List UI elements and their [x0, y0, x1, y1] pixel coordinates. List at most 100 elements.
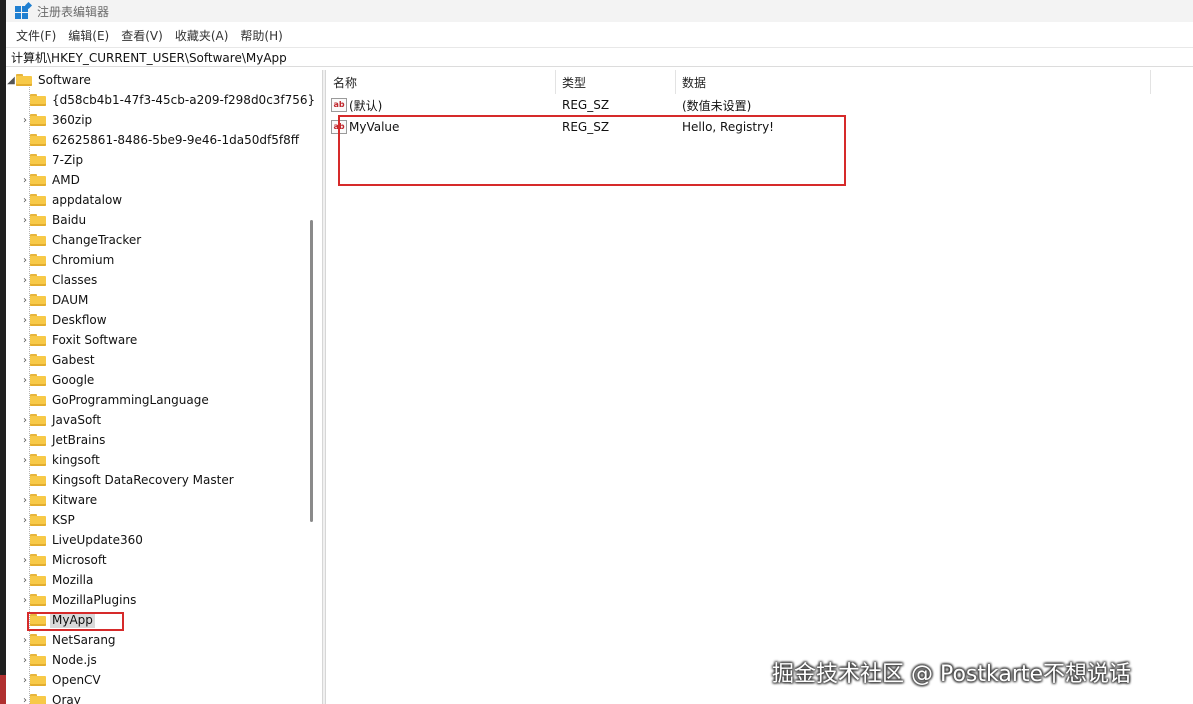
tree-item-javasoft[interactable]: › JavaSoft — [20, 410, 103, 430]
tree-item-kingsoft-datarecovery-master[interactable]: Kingsoft DataRecovery Master — [20, 470, 236, 490]
folder-icon — [30, 534, 46, 546]
folder-icon — [30, 314, 46, 326]
tree-item-gabest[interactable]: › Gabest — [20, 350, 97, 370]
tree-item-label: NetSarang — [52, 633, 116, 647]
tree-item-deskflow[interactable]: › Deskflow — [20, 310, 109, 330]
column-header-name[interactable]: 名称 — [327, 70, 556, 94]
tree-item-software[interactable]: ◢ Software — [6, 70, 93, 90]
tree-item-oray[interactable]: › Oray — [20, 690, 83, 704]
folder-icon — [16, 74, 32, 86]
tree-item-label: appdatalow — [52, 193, 123, 207]
tree-item-node-js[interactable]: › Node.js — [20, 650, 99, 670]
tree-item-label: kingsoft — [52, 453, 100, 467]
tree-item-kingsoft[interactable]: › kingsoft — [20, 450, 102, 470]
chevron-right-icon[interactable]: › — [20, 510, 30, 530]
tree-item-opencv[interactable]: › OpenCV — [20, 670, 103, 690]
tree-item-jetbrains[interactable]: › JetBrains — [20, 430, 107, 450]
tree-item-chromium[interactable]: › Chromium — [20, 250, 116, 270]
chevron-right-icon[interactable]: › — [20, 210, 30, 230]
tree-item-mozillaplugins[interactable]: › MozillaPlugins — [20, 590, 138, 610]
folder-icon — [30, 614, 46, 626]
tree-item-foxit-software[interactable]: › Foxit Software — [20, 330, 139, 350]
tree-item-ksp[interactable]: › KSP — [20, 510, 77, 530]
pane-splitter[interactable] — [322, 70, 326, 704]
folder-icon — [30, 394, 46, 406]
tree-item-label: Mozilla — [52, 573, 94, 587]
tree-item-d58cb4b1-47f3-45cb-a209-f298d0c3f756[interactable]: {d58cb4b1-47f3-45cb-a209-f298d0c3f756} — [20, 90, 316, 110]
chevron-right-icon[interactable]: › — [20, 670, 30, 690]
column-header-type[interactable]: 类型 — [556, 70, 676, 94]
tree-item-changetracker[interactable]: ChangeTracker — [20, 230, 143, 250]
folder-icon — [30, 174, 46, 186]
chevron-right-icon[interactable]: › — [20, 190, 30, 210]
address-path[interactable]: 计算机\HKEY_CURRENT_USER\Software\MyApp — [11, 49, 287, 66]
folder-icon — [30, 634, 46, 646]
folder-icon — [30, 574, 46, 586]
chevron-right-icon[interactable]: › — [20, 690, 30, 704]
chevron-right-icon[interactable]: › — [20, 370, 30, 390]
chevron-right-icon[interactable]: › — [20, 290, 30, 310]
tree-item-myapp[interactable]: MyApp — [20, 610, 95, 630]
chevron-right-icon[interactable]: › — [20, 650, 30, 670]
menu-help[interactable]: 帮助(H) — [238, 27, 284, 44]
tree-item-label: MozillaPlugins — [52, 593, 137, 607]
chevron-right-icon[interactable]: › — [20, 490, 30, 510]
folder-icon — [30, 374, 46, 386]
chevron-right-icon[interactable]: › — [20, 450, 30, 470]
tree-item-google[interactable]: › Google — [20, 370, 96, 390]
tree-item-label: LiveUpdate360 — [52, 533, 143, 547]
chevron-right-icon[interactable]: › — [20, 250, 30, 270]
value-row[interactable]: ab MyValue REG_SZ Hello, Registry! — [327, 116, 1193, 138]
tree-item-label: DAUM — [52, 293, 89, 307]
column-header-data[interactable]: 数据 — [676, 70, 1151, 94]
tree-item-microsoft[interactable]: › Microsoft — [20, 550, 109, 570]
title-bar[interactable]: 注册表编辑器 — [6, 0, 1193, 22]
values-pane[interactable]: 名称 类型 数据 ab (默认) REG_SZ (数值未设置) ab MyValue REG… — [327, 70, 1193, 704]
folder-icon — [30, 414, 46, 426]
tree-scrollbar-thumb[interactable] — [310, 220, 313, 522]
tree-item-goprogramminglanguage[interactable]: GoProgrammingLanguage — [20, 390, 211, 410]
tree-item-label: 62625861-8486-5be9-9e46-1da50df5f8ff — [52, 133, 299, 147]
key-tree[interactable]: ◢ Software {d58cb4b1-47f3-45cb-a209-f298d0… — [6, 70, 316, 704]
tree-item-liveupdate360[interactable]: LiveUpdate360 — [20, 530, 145, 550]
chevron-right-icon[interactable]: › — [20, 570, 30, 590]
tree-item-360zip[interactable]: › 360zip — [20, 110, 94, 130]
tree-item-netsarang[interactable]: › NetSarang — [20, 630, 118, 650]
chevron-right-icon[interactable]: › — [20, 630, 30, 650]
chevron-right-icon[interactable]: › — [20, 430, 30, 450]
tree-item-62625861-8486-5be9-9e46-1da50df5f8ff[interactable]: 62625861-8486-5be9-9e46-1da50df5f8ff — [20, 130, 301, 150]
chevron-right-icon[interactable]: › — [20, 410, 30, 430]
chevron-right-icon[interactable]: › — [20, 310, 30, 330]
chevron-expanded-icon[interactable]: ◢ — [6, 70, 16, 90]
chevron-right-icon[interactable]: › — [20, 330, 30, 350]
tree-item-baidu[interactable]: › Baidu — [20, 210, 88, 230]
tree-item-label: ChangeTracker — [52, 233, 142, 247]
tree-item-amd[interactable]: › AMD — [20, 170, 82, 190]
chevron-right-icon[interactable]: › — [20, 270, 30, 290]
tree-item-kitware[interactable]: › Kitware — [20, 490, 99, 510]
menu-edit[interactable]: 编辑(E) — [66, 27, 111, 44]
folder-icon — [30, 274, 46, 286]
tree-item-label: MyApp — [50, 612, 95, 628]
menu-view[interactable]: 查看(V) — [119, 27, 165, 44]
tree-item-appdatalow[interactable]: › appdatalow — [20, 190, 124, 210]
chevron-right-icon[interactable]: › — [20, 550, 30, 570]
value-row[interactable]: ab (默认) REG_SZ (数值未设置) — [327, 94, 1193, 116]
value-name-cell: ab MyValue — [331, 116, 399, 138]
menu-file[interactable]: 文件(F) — [14, 27, 58, 44]
folder-icon — [30, 474, 46, 486]
address-bar[interactable]: 计算机\HKEY_CURRENT_USER\Software\MyApp — [6, 47, 1193, 67]
tree-item-7-zip[interactable]: 7-Zip — [20, 150, 85, 170]
chevron-right-icon[interactable]: › — [20, 350, 30, 370]
tree-item-mozilla[interactable]: › Mozilla — [20, 570, 95, 590]
tree-item-classes[interactable]: › Classes — [20, 270, 99, 290]
value-name: MyValue — [349, 120, 400, 134]
chevron-right-icon[interactable]: › — [20, 110, 30, 130]
menu-favorites[interactable]: 收藏夹(A) — [173, 27, 231, 44]
chevron-right-icon[interactable]: › — [20, 170, 30, 190]
tree-item-daum[interactable]: › DAUM — [20, 290, 90, 310]
chevron-right-icon[interactable]: › — [20, 590, 30, 610]
folder-icon — [30, 234, 46, 246]
